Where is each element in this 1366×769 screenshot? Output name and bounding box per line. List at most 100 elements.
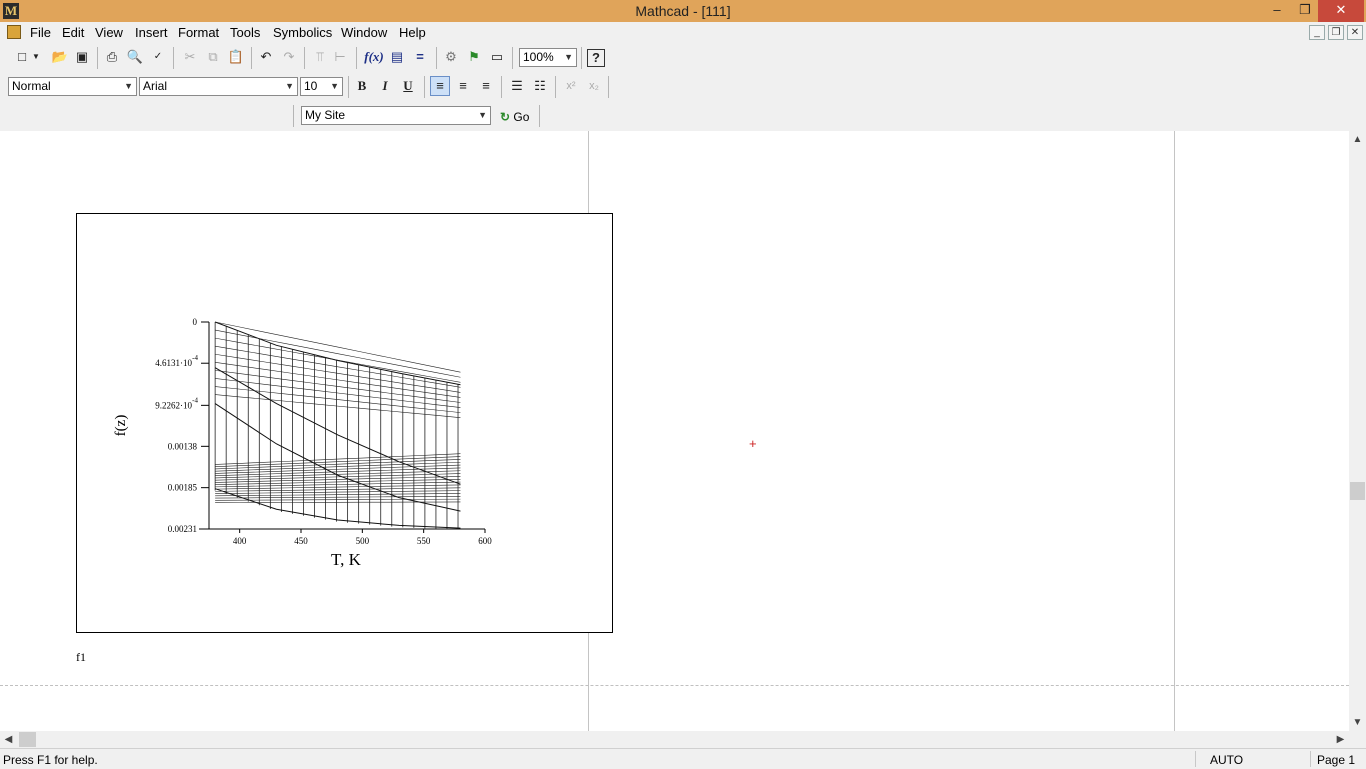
resource-center-icon[interactable]: ⚑ bbox=[464, 47, 484, 67]
scroll-up-icon[interactable]: ▲ bbox=[1349, 131, 1366, 148]
new-dropdown-arrow-icon[interactable]: ▼ bbox=[30, 47, 42, 67]
upper-curve bbox=[215, 321, 461, 373]
vertical-scrollbar[interactable]: ▲ ▼ bbox=[1349, 131, 1366, 731]
print-icon[interactable]: ⎙ bbox=[102, 47, 122, 67]
menu-view[interactable]: View bbox=[95, 25, 123, 40]
band-curve bbox=[215, 481, 461, 488]
y-tick-exponent: -4 bbox=[192, 396, 198, 404]
site-value: My Site bbox=[305, 108, 346, 122]
x-axis-label: T, K bbox=[331, 550, 362, 569]
worksheet[interactable]: 0.00231 0.00185 0.00138 9.2262·10 -4 4.6131·1… bbox=[0, 131, 1349, 731]
undo-icon[interactable]: ↶ bbox=[256, 47, 276, 67]
band-curve bbox=[215, 501, 461, 503]
calculate-icon[interactable]: = bbox=[410, 47, 430, 67]
align-top-icon[interactable]: ⫪ bbox=[310, 47, 330, 67]
scroll-right-icon[interactable]: ▶ bbox=[1332, 731, 1349, 748]
scroll-down-icon[interactable]: ▼ bbox=[1349, 714, 1366, 731]
upper-curve bbox=[215, 378, 461, 408]
y-tick-label: 9.2262·10 bbox=[155, 400, 192, 410]
toolbar-separator bbox=[555, 76, 556, 98]
menu-file[interactable]: File bbox=[30, 25, 51, 40]
menu-edit[interactable]: Edit bbox=[62, 25, 84, 40]
zoom-select[interactable]: 100% ▼ bbox=[519, 48, 577, 67]
toolbar-separator bbox=[348, 76, 349, 98]
y-tick-label: 0.00185 bbox=[168, 483, 198, 493]
chevron-down-icon: ▼ bbox=[285, 81, 294, 91]
numbered-list-icon[interactable]: ☷ bbox=[530, 76, 550, 96]
band-curve bbox=[215, 456, 461, 468]
window-icon[interactable]: ▭ bbox=[487, 47, 507, 67]
subscript-icon[interactable]: x₂ bbox=[584, 76, 604, 96]
toolbar-separator bbox=[97, 47, 98, 69]
style-select[interactable]: Normal ▼ bbox=[8, 77, 137, 96]
close-button[interactable]: ✕ bbox=[1318, 0, 1364, 22]
plot-region[interactable]: 0.00231 0.00185 0.00138 9.2262·10 -4 4.6131·1… bbox=[76, 213, 613, 633]
cut-icon[interactable]: ✂ bbox=[180, 47, 200, 67]
menu-insert[interactable]: Insert bbox=[135, 25, 168, 40]
band-curve bbox=[215, 478, 461, 485]
doc-close-button[interactable]: ✕ bbox=[1347, 25, 1363, 40]
toolbar-separator bbox=[304, 47, 305, 69]
paste-icon[interactable]: 📋 bbox=[226, 47, 246, 67]
align-left-text-icon[interactable]: ≡ bbox=[430, 76, 450, 96]
status-bar: Press F1 for help. AUTO Page 1 bbox=[0, 748, 1366, 769]
redo-icon[interactable]: ↷ bbox=[279, 47, 299, 67]
menu-window[interactable]: Window bbox=[341, 25, 387, 40]
region-label-f1[interactable]: f1 bbox=[76, 650, 86, 665]
window-title: Mathcad - [111] bbox=[635, 3, 731, 19]
align-left-icon[interactable]: ⊢ bbox=[330, 47, 350, 67]
insert-function-icon[interactable]: f(x) bbox=[364, 47, 384, 67]
superscript-icon[interactable]: x² bbox=[561, 76, 581, 96]
x-tick-label: 450 bbox=[294, 536, 308, 546]
doc-restore-button[interactable]: ❐ bbox=[1328, 25, 1344, 40]
new-document-icon[interactable]: □ bbox=[12, 47, 32, 67]
bold-button[interactable]: B bbox=[352, 76, 372, 96]
print-preview-icon[interactable]: 🔍 bbox=[125, 47, 145, 67]
go-button[interactable]: ↻ Go bbox=[500, 108, 529, 126]
font-select[interactable]: Arial ▼ bbox=[139, 77, 298, 96]
xy-plot: 0.002310.001850.001389.2262·10 -44.6131·1… bbox=[113, 317, 492, 569]
title-bar: M Mathcad - [111] – ❐ ✕ bbox=[0, 0, 1366, 22]
x-tick-label: 600 bbox=[478, 536, 492, 546]
align-center-icon[interactable]: ≡ bbox=[453, 76, 473, 96]
scroll-left-icon[interactable]: ◀ bbox=[0, 731, 17, 748]
toolbar-separator bbox=[356, 47, 357, 69]
horizontal-scroll-thumb[interactable] bbox=[19, 732, 36, 747]
component-wizard-icon[interactable]: ⚙ bbox=[441, 47, 461, 67]
doc-minimize-button[interactable]: _ bbox=[1309, 25, 1325, 40]
toolbar-separator bbox=[501, 76, 502, 98]
help-icon[interactable]: ? bbox=[587, 49, 605, 67]
align-right-icon[interactable]: ≡ bbox=[476, 76, 496, 96]
underline-button[interactable]: U bbox=[398, 76, 418, 96]
upper-curve bbox=[215, 345, 461, 388]
style-value: Normal bbox=[12, 79, 51, 93]
menu-help[interactable]: Help bbox=[399, 25, 426, 40]
menu-symbolics[interactable]: Symbolics bbox=[273, 25, 332, 40]
save-icon[interactable]: ▣ bbox=[72, 47, 92, 67]
minimize-button[interactable]: – bbox=[1262, 0, 1292, 22]
vertical-scroll-thumb[interactable] bbox=[1350, 482, 1365, 500]
site-select[interactable]: My Site ▼ bbox=[301, 106, 491, 125]
status-page-number: Page 1 bbox=[1317, 753, 1356, 767]
insert-unit-icon[interactable]: ▤ bbox=[387, 47, 407, 67]
toolbar-separator bbox=[293, 105, 294, 127]
toolbar-separator bbox=[436, 47, 437, 69]
open-folder-icon[interactable]: 📂 bbox=[50, 47, 70, 67]
toolbar-separator bbox=[251, 47, 252, 69]
spell-check-icon[interactable]: ✓ bbox=[148, 47, 168, 67]
font-size-select[interactable]: 10 ▼ bbox=[300, 77, 343, 96]
restore-button[interactable]: ❐ bbox=[1290, 0, 1320, 22]
band-curve bbox=[215, 459, 461, 470]
horizontal-scrollbar[interactable]: ◀ ▶ bbox=[0, 731, 1349, 748]
font-size-value: 10 bbox=[304, 79, 318, 93]
document-icon[interactable] bbox=[7, 25, 21, 39]
chevron-down-icon: ▼ bbox=[330, 81, 339, 91]
band-curve bbox=[215, 495, 461, 499]
band-curve bbox=[215, 493, 461, 497]
menu-format[interactable]: Format bbox=[178, 25, 219, 40]
bullet-list-icon[interactable]: ☰ bbox=[507, 76, 527, 96]
upper-curve bbox=[215, 394, 461, 418]
menu-tools[interactable]: Tools bbox=[230, 25, 260, 40]
copy-icon[interactable]: ⧉ bbox=[203, 47, 223, 67]
italic-button[interactable]: I bbox=[375, 76, 395, 96]
